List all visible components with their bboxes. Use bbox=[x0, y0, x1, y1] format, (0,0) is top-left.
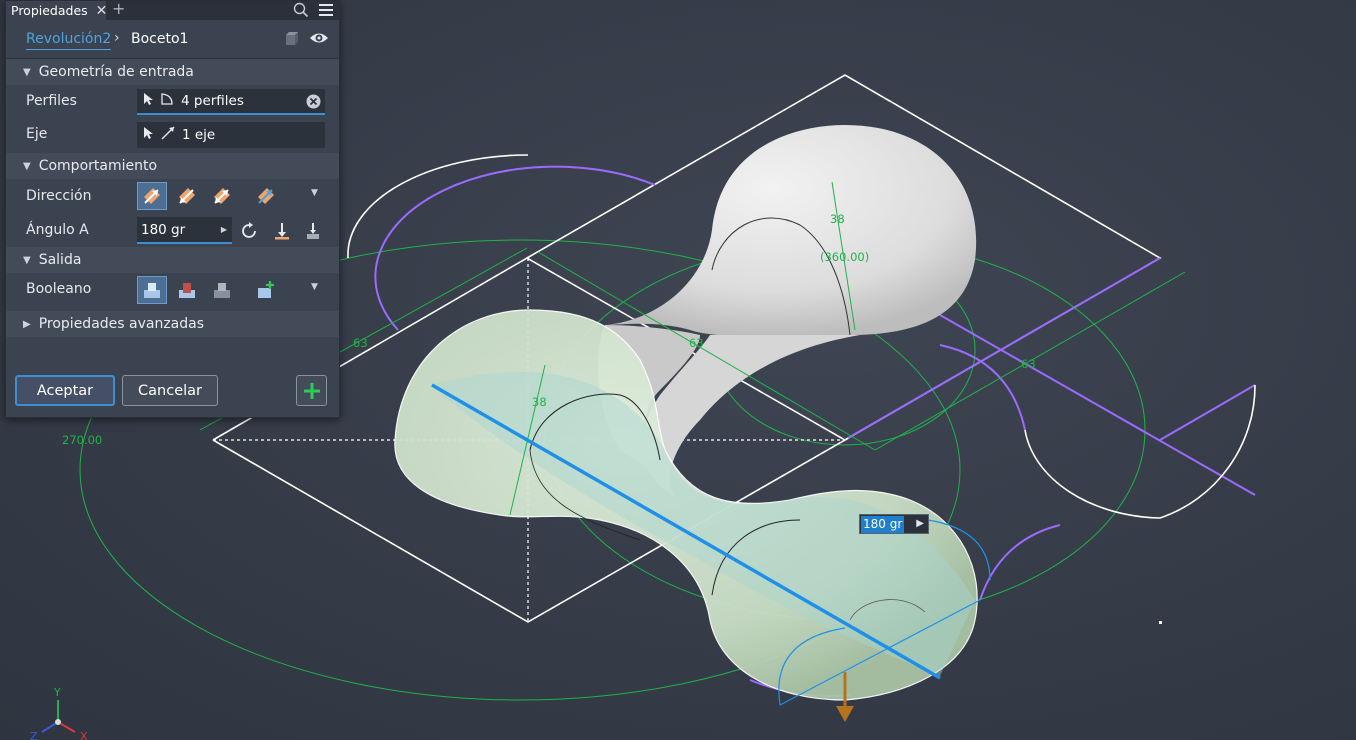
play-icon[interactable]: ▶ bbox=[916, 518, 924, 529]
angle-row: Ángulo A 180 gr ▶ bbox=[6, 214, 339, 247]
section-advanced-properties[interactable]: ▶ Propiedades avanzadas bbox=[6, 311, 339, 337]
angle-a-label: Ángulo A bbox=[26, 222, 89, 238]
breadcrumb-feature-link[interactable]: Revolución2 bbox=[26, 31, 112, 50]
axis-line-icon bbox=[160, 125, 176, 145]
clear-selection-icon[interactable] bbox=[306, 94, 321, 113]
to-face-button[interactable] bbox=[267, 217, 297, 245]
select-arrow-icon bbox=[143, 126, 154, 144]
boolean-join-button[interactable] bbox=[137, 276, 167, 304]
view-triad[interactable]: Y X Z bbox=[30, 686, 88, 740]
dimension-38-left[interactable]: 38 bbox=[532, 395, 547, 409]
profiles-label: Perfiles bbox=[26, 93, 77, 109]
direction-asymmetric-button[interactable] bbox=[251, 182, 281, 210]
profiles-row: Perfiles 4 perfiles bbox=[6, 85, 339, 118]
section-output[interactable]: ▼ Salida bbox=[6, 247, 339, 273]
section-input-geometry-title: Geometría de entrada bbox=[38, 64, 194, 80]
hamburger-menu-icon[interactable] bbox=[318, 2, 334, 22]
axis-row: Eje 1 eje bbox=[6, 118, 339, 151]
angle-value-input-box[interactable]: 180 gr ▶ bbox=[859, 514, 929, 534]
profile-shape-icon bbox=[160, 92, 174, 110]
ok-button[interactable]: Aceptar bbox=[15, 375, 115, 406]
plus-icon bbox=[303, 382, 320, 399]
axis-value: 1 eje bbox=[182, 127, 216, 143]
visibility-eye-icon[interactable] bbox=[309, 30, 329, 50]
properties-panel: Propiedades ✕ + Revolución2 › Boceto1 ▼ … bbox=[5, 0, 340, 418]
add-tab-icon[interactable]: + bbox=[112, 0, 125, 18]
apply-and-new-button[interactable] bbox=[296, 375, 327, 406]
breadcrumb-separator: › bbox=[114, 30, 120, 46]
tab-properties[interactable]: Propiedades ✕ bbox=[6, 1, 108, 20]
panel-tab-bar: Propiedades ✕ + bbox=[6, 0, 339, 22]
direction-symmetric-button[interactable] bbox=[207, 182, 237, 210]
angle-menu-icon[interactable]: ▶ bbox=[221, 225, 227, 234]
direction-dropdown-icon[interactable]: ▼ bbox=[311, 188, 318, 198]
section-input-geometry[interactable]: ▼ Geometría de entrada bbox=[6, 59, 339, 85]
dialog-buttons: Aceptar Cancelar bbox=[6, 366, 339, 416]
dimension-63-right[interactable]: 63 bbox=[1021, 357, 1036, 371]
boolean-intersect-button[interactable] bbox=[207, 276, 237, 304]
direction-flipped-button[interactable] bbox=[172, 182, 202, 210]
angle-a-input[interactable]: 180 gr ▶ bbox=[137, 217, 232, 244]
select-arrow-icon bbox=[143, 92, 154, 110]
axis-z-label: Z bbox=[30, 730, 38, 740]
axis-y-label: Y bbox=[53, 686, 61, 699]
axis-label: Eje bbox=[26, 126, 48, 142]
boolean-row: Booleano ▼ bbox=[6, 273, 339, 307]
breadcrumb: Revolución2 › Boceto1 bbox=[6, 20, 339, 59]
axis-selector[interactable]: 1 eje bbox=[137, 122, 325, 148]
cancel-button[interactable]: Cancelar bbox=[122, 375, 218, 406]
section-behavior-title: Comportamiento bbox=[38, 158, 158, 174]
section-behavior[interactable]: ▼ Comportamiento bbox=[6, 153, 339, 179]
section-advanced-title: Propiedades avanzadas bbox=[38, 316, 205, 332]
section-output-title: Salida bbox=[38, 252, 82, 268]
collapse-triangle-icon[interactable]: ▼ bbox=[23, 255, 31, 266]
cube-icon[interactable] bbox=[283, 30, 301, 52]
profiles-value: 4 perfiles bbox=[181, 93, 244, 109]
direction-label: Dirección bbox=[26, 188, 92, 204]
angle-a-value: 180 gr bbox=[141, 222, 186, 238]
boolean-label: Booleano bbox=[26, 281, 92, 297]
boolean-cut-button[interactable] bbox=[172, 276, 202, 304]
boolean-dropdown-icon[interactable]: ▼ bbox=[311, 282, 318, 292]
profiles-selector[interactable]: 4 perfiles bbox=[137, 89, 325, 115]
direction-default-button[interactable] bbox=[137, 182, 167, 210]
boolean-new-solid-button[interactable] bbox=[251, 276, 281, 304]
search-icon[interactable] bbox=[293, 2, 309, 22]
tab-properties-label: Propiedades bbox=[11, 3, 88, 18]
close-icon[interactable]: ✕ bbox=[96, 3, 108, 19]
dimension-63-middle[interactable]: 63 bbox=[689, 336, 704, 350]
sketch-point bbox=[1159, 621, 1162, 624]
dimension-63-left[interactable]: 63 bbox=[353, 336, 368, 350]
expand-triangle-icon[interactable]: ▶ bbox=[23, 319, 31, 330]
angle-value-text[interactable]: 180 gr bbox=[861, 516, 905, 533]
axis-x-label: X bbox=[80, 730, 88, 740]
dimension-38-top[interactable]: 38 bbox=[830, 212, 845, 226]
collapse-triangle-icon[interactable]: ▼ bbox=[23, 161, 31, 172]
direction-row: Dirección ▼ bbox=[6, 179, 339, 214]
full-revolution-button[interactable] bbox=[234, 217, 264, 245]
dimension-270[interactable]: 270.00 bbox=[62, 433, 102, 447]
to-next-button[interactable] bbox=[298, 217, 328, 245]
collapse-triangle-icon[interactable]: ▼ bbox=[23, 67, 31, 78]
dimension-360[interactable]: (360.00) bbox=[820, 250, 869, 264]
breadcrumb-current-sketch: Boceto1 bbox=[131, 31, 189, 47]
